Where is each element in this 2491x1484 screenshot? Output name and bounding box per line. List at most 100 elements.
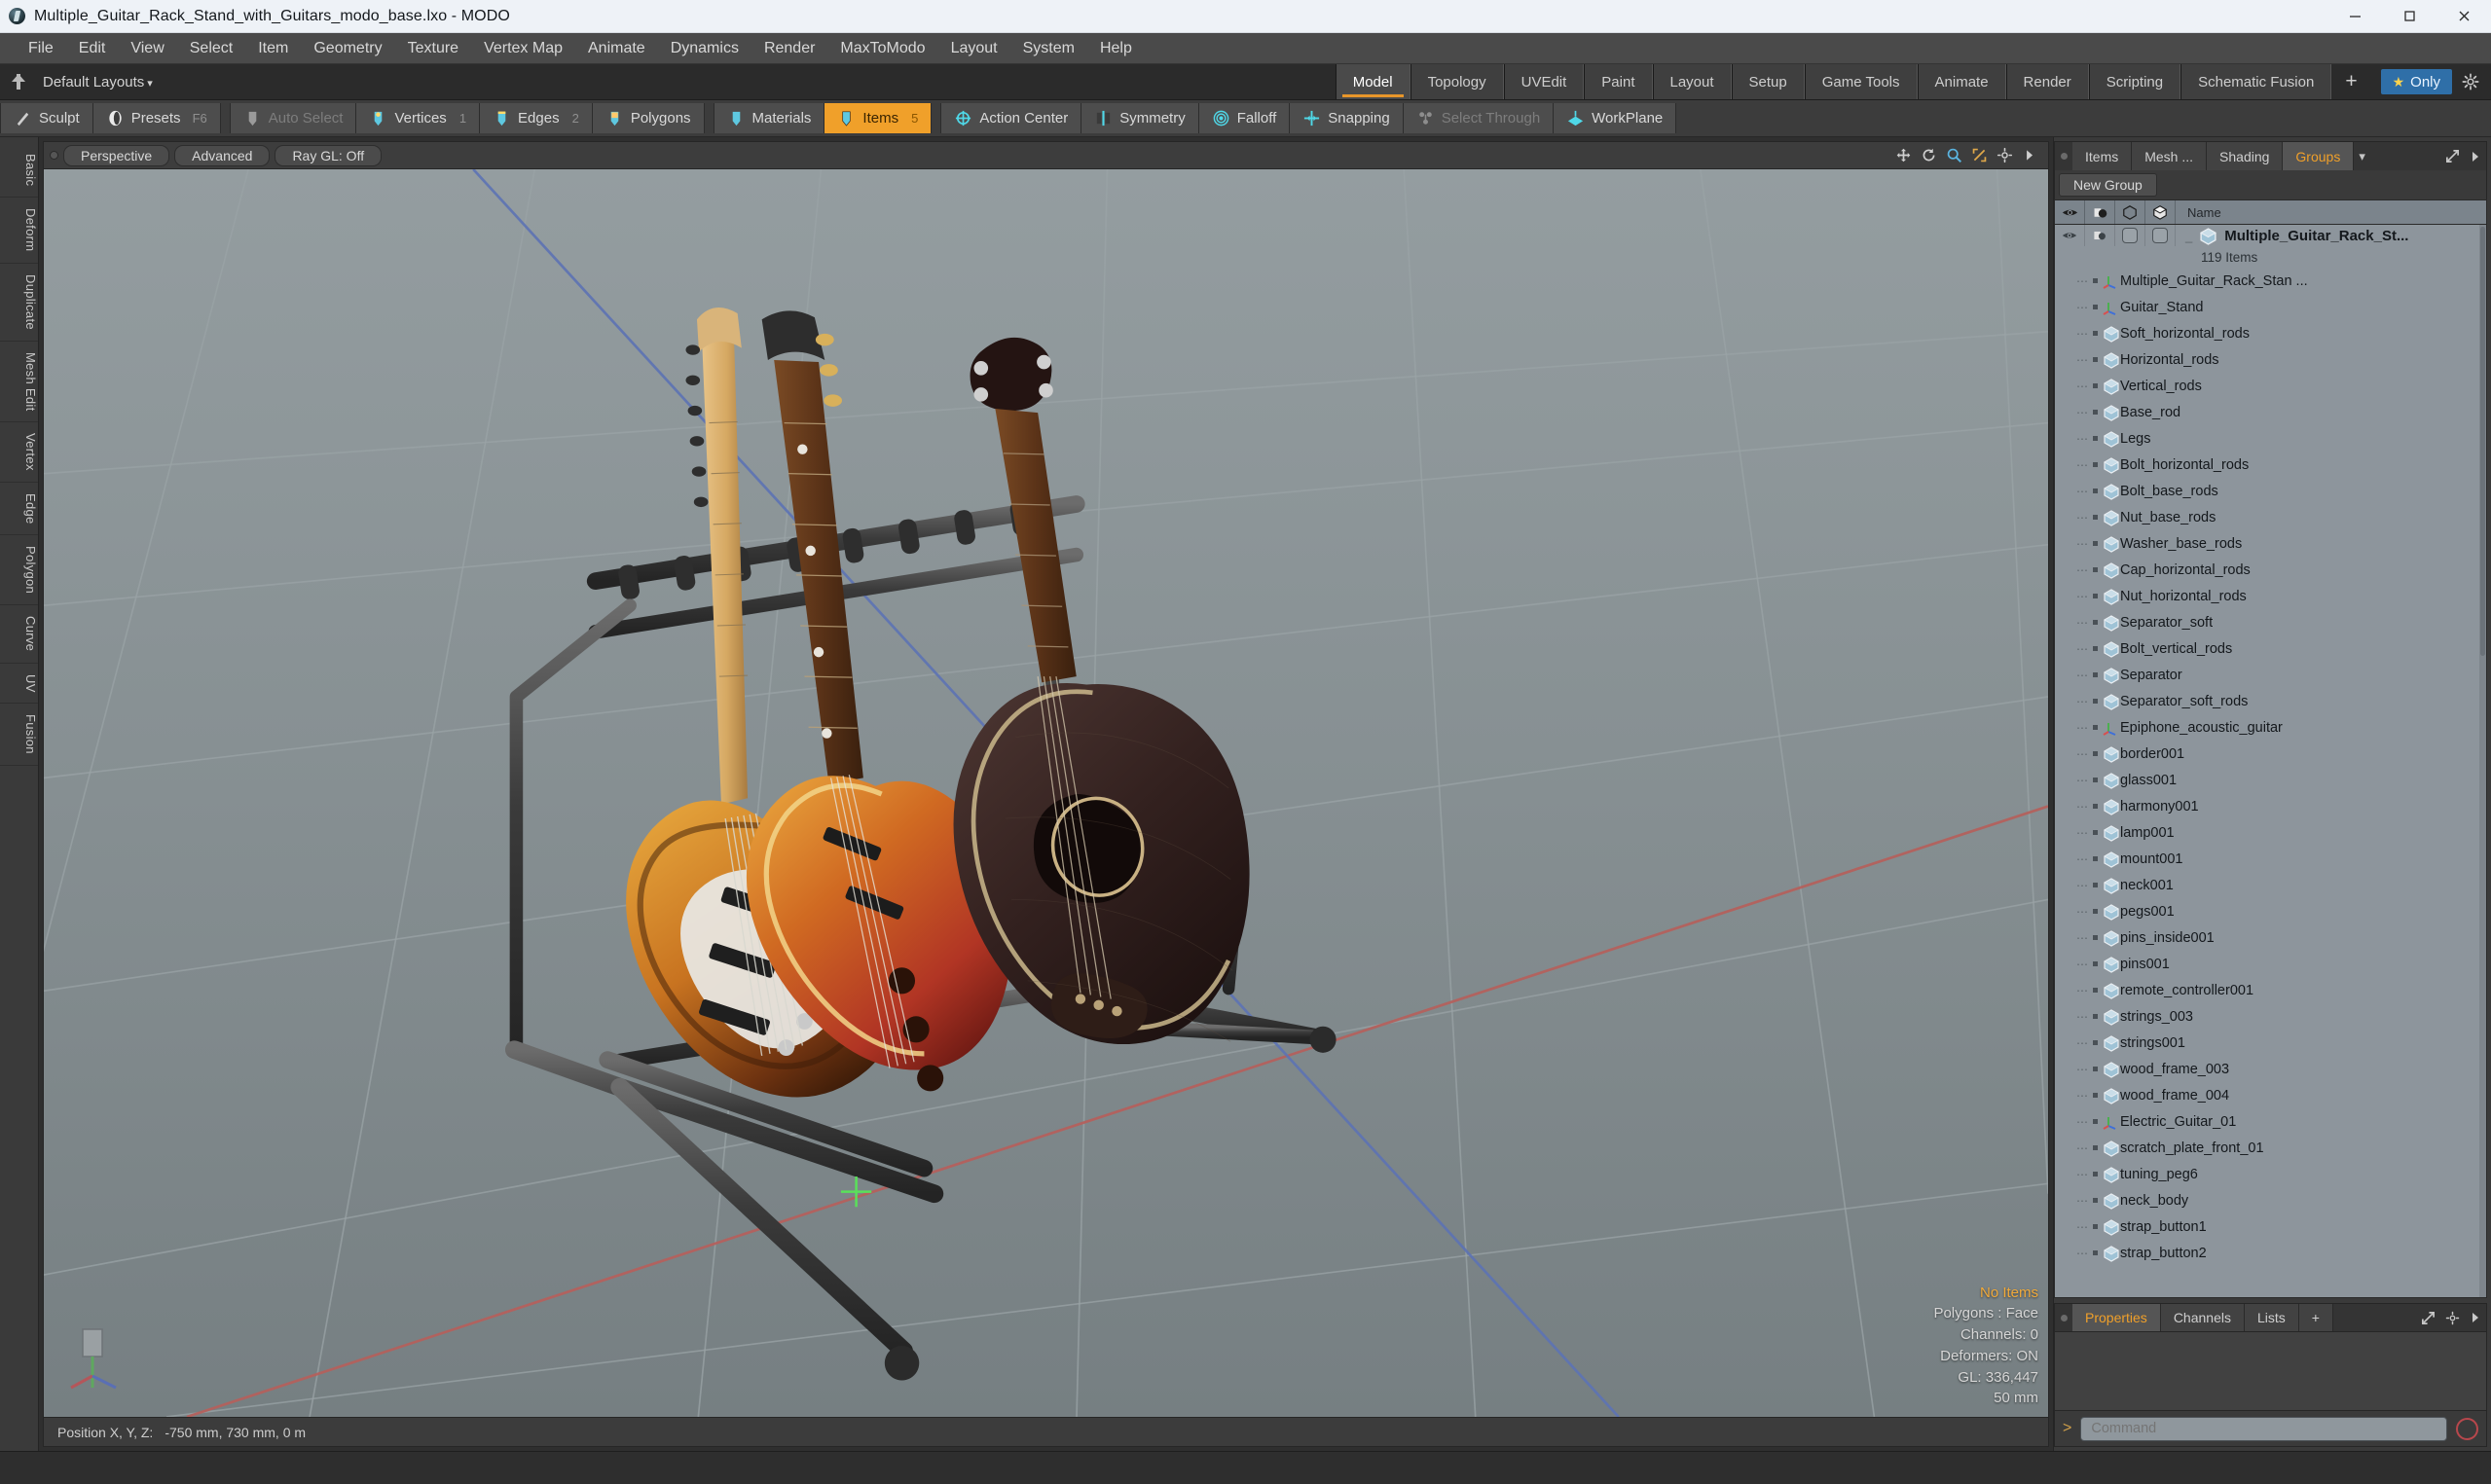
tree-row-25[interactable]: ⋯ pins_inside001	[2055, 924, 2486, 951]
rotate-view-icon[interactable]	[1921, 147, 1937, 163]
action-center-button[interactable]: Action Center	[940, 103, 1082, 133]
tab-channels[interactable]: Channels	[2160, 1304, 2245, 1331]
properties-expand-button[interactable]	[2416, 1304, 2440, 1331]
tree-row-20[interactable]: ⋯ harmony001	[2055, 793, 2486, 819]
tree-collapse-toggle[interactable]: _	[2185, 229, 2192, 243]
tree-row-19[interactable]: ⋯ glass001	[2055, 767, 2486, 793]
tree-row-18[interactable]: ⋯ border001	[2055, 741, 2486, 767]
menu-help[interactable]: Help	[1087, 36, 1145, 61]
tree-row-0[interactable]: ⋯ Multiple_Guitar_Rack_Stan ...	[2055, 268, 2486, 294]
viewport-menu-dot[interactable]	[50, 151, 58, 160]
rail-item-edge[interactable]: Edge	[0, 483, 38, 536]
viewport-projection-dropdown[interactable]: Perspective	[63, 144, 170, 166]
tab-add-props[interactable]: +	[2298, 1304, 2333, 1331]
rail-item-vertex[interactable]: Vertex	[0, 422, 38, 483]
tree-row-30[interactable]: ⋯ wood_frame_003	[2055, 1056, 2486, 1082]
only-toggle-button[interactable]: ★ Only	[2380, 69, 2452, 94]
viewport-raygl-dropdown[interactable]: Ray GL: Off	[275, 144, 383, 166]
root-shaded-checkbox[interactable]	[2145, 225, 2176, 246]
tree-row-36[interactable]: ⋯ strap_button1	[2055, 1213, 2486, 1240]
tab-game-tools[interactable]: Game Tools	[1804, 64, 1918, 99]
menu-edit[interactable]: Edit	[66, 36, 119, 61]
tree-row-21[interactable]: ⋯ lamp001	[2055, 819, 2486, 846]
menu-system[interactable]: System	[1010, 36, 1087, 61]
items-button[interactable]: Items 5	[824, 103, 933, 133]
add-layout-button[interactable]: +	[2331, 64, 2370, 99]
viewport-3d[interactable]: No Items Polygons : Face Channels: 0 Def…	[43, 168, 2049, 1418]
column-wireframe[interactable]	[2115, 200, 2145, 224]
tree-row-23[interactable]: ⋯ neck001	[2055, 872, 2486, 898]
properties-more-button[interactable]	[2465, 1304, 2486, 1331]
layout-settings-button[interactable]	[2456, 64, 2491, 99]
tree-row-29[interactable]: ⋯ strings001	[2055, 1030, 2486, 1056]
tab-items[interactable]: Items	[2072, 142, 2133, 170]
tab-scripting[interactable]: Scripting	[2088, 64, 2181, 99]
tab-layout[interactable]: Layout	[1652, 64, 1732, 99]
menu-vertex-map[interactable]: Vertex Map	[471, 36, 575, 61]
column-visibility[interactable]	[2055, 200, 2085, 224]
rail-item-uv[interactable]: UV	[0, 664, 38, 705]
edges-button[interactable]: Edges 2	[480, 103, 593, 133]
root-name-cell[interactable]: _ Multiple_Guitar_Rack_St...	[2176, 227, 2486, 245]
tab-animate[interactable]: Animate	[1917, 64, 2006, 99]
workplane-button[interactable]: WorkPlane	[1554, 103, 1677, 133]
tree-row-8[interactable]: ⋯ Bolt_base_rods	[2055, 478, 2486, 504]
tree-row-24[interactable]: ⋯ pegs001	[2055, 898, 2486, 924]
select-through-button[interactable]: Select Through	[1403, 103, 1555, 133]
tree-row-5[interactable]: ⋯ Base_rod	[2055, 399, 2486, 425]
fit-view-icon[interactable]	[1971, 147, 1988, 163]
tree-row-31[interactable]: ⋯ wood_frame_004	[2055, 1082, 2486, 1108]
tree-row-9[interactable]: ⋯ Nut_base_rods	[2055, 504, 2486, 530]
menu-geometry[interactable]: Geometry	[301, 36, 394, 61]
panel-more-button[interactable]	[2465, 142, 2486, 170]
menu-view[interactable]: View	[118, 36, 176, 61]
panel-expand-button[interactable]	[2440, 142, 2465, 170]
presets-button[interactable]: Presets F6	[92, 103, 221, 133]
record-icon[interactable]	[2456, 1417, 2478, 1440]
properties-menu-dot[interactable]	[2055, 1304, 2072, 1331]
menu-select[interactable]: Select	[177, 36, 245, 61]
tab-model[interactable]: Model	[1335, 64, 1410, 99]
tree-row-33[interactable]: ⋯ scratch_plate_front_01	[2055, 1135, 2486, 1161]
falloff-button[interactable]: Falloff	[1198, 103, 1291, 133]
tree-row-14[interactable]: ⋯ Bolt_vertical_rods	[2055, 635, 2486, 662]
tree-row-34[interactable]: ⋯ tuning_peg6	[2055, 1161, 2486, 1187]
maximize-button[interactable]	[2382, 0, 2436, 33]
tab-overflow-button[interactable]: ▾	[2354, 142, 2370, 170]
tab-lists[interactable]: Lists	[2244, 1304, 2299, 1331]
tree-row-6[interactable]: ⋯ Legs	[2055, 425, 2486, 452]
tree-row-35[interactable]: ⋯ neck_body	[2055, 1187, 2486, 1213]
materials-button[interactable]: Materials	[713, 103, 825, 133]
tab-uvedit[interactable]: UVEdit	[1503, 64, 1585, 99]
snapping-button[interactable]: Snapping	[1290, 103, 1404, 133]
rail-item-duplicate[interactable]: Duplicate	[0, 264, 38, 342]
auto-select-button[interactable]: Auto Select	[229, 103, 357, 133]
item-tree-scrollbar[interactable]	[2479, 225, 2486, 1297]
symmetry-button[interactable]: Symmetry	[1081, 103, 1199, 133]
pin-icon[interactable]	[8, 71, 29, 92]
tree-row-17[interactable]: ⋯ Epiphone_acoustic_guitar	[2055, 714, 2486, 741]
column-render[interactable]	[2085, 200, 2115, 224]
rail-item-deform[interactable]: Deform	[0, 198, 38, 264]
tree-row-27[interactable]: ⋯ remote_controller001	[2055, 977, 2486, 1003]
tab-setup[interactable]: Setup	[1731, 64, 1805, 99]
tree-row-10[interactable]: ⋯ Washer_base_rods	[2055, 530, 2486, 557]
rail-item-mesh-edit[interactable]: Mesh Edit	[0, 342, 38, 423]
item-tree[interactable]: _ Multiple_Guitar_Rack_St... 119 Items ⋯…	[2054, 225, 2487, 1298]
tree-row-28[interactable]: ⋯ strings_003	[2055, 1003, 2486, 1030]
zoom-view-icon[interactable]	[1946, 147, 1962, 163]
rail-item-curve[interactable]: Curve	[0, 605, 38, 664]
new-group-button[interactable]: New Group	[2059, 173, 2157, 197]
tree-row-13[interactable]: ⋯ Separator_soft	[2055, 609, 2486, 635]
rail-item-polygon[interactable]: Polygon	[0, 535, 38, 606]
rail-item-fusion[interactable]: Fusion	[0, 704, 38, 767]
menu-texture[interactable]: Texture	[395, 36, 471, 61]
viewport-expand-icon[interactable]	[2022, 147, 2038, 163]
menu-render[interactable]: Render	[751, 36, 827, 61]
polygons-button[interactable]: Polygons	[592, 103, 705, 133]
tree-row-root[interactable]: _ Multiple_Guitar_Rack_St...	[2055, 225, 2486, 246]
root-wireframe-checkbox[interactable]	[2115, 225, 2145, 246]
column-shaded[interactable]	[2145, 200, 2176, 224]
tab-groups[interactable]: Groups	[2283, 142, 2355, 170]
tree-row-37[interactable]: ⋯ strap_button2	[2055, 1240, 2486, 1266]
